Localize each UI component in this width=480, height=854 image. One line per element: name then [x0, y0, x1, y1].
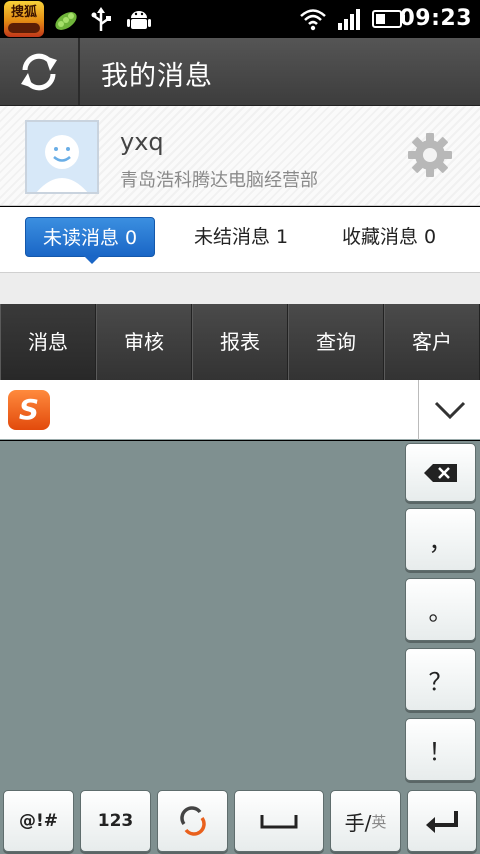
tab-unread-messages[interactable]: 未读消息 0	[25, 217, 155, 264]
android-debug-icon	[127, 11, 151, 29]
tab-count: 0	[124, 227, 138, 249]
soft-keyboard: ， 。 ？ ！ @!# 123 手/英	[0, 441, 480, 854]
tab-favorite-messages[interactable]: 收藏消息 0	[334, 217, 444, 257]
symbols-key[interactable]: @!#	[3, 790, 74, 852]
numbers-key[interactable]: 123	[80, 790, 151, 852]
sogou-switch-icon	[179, 806, 206, 836]
english-label: 英	[371, 812, 387, 831]
nav-review[interactable]: 审核	[96, 304, 192, 380]
backspace-key[interactable]	[405, 443, 476, 502]
username: yxq	[120, 128, 164, 156]
title-bar: 我的消息	[0, 38, 480, 106]
sogou-ime-logo-icon[interactable]: S	[8, 390, 50, 430]
nav-reports[interactable]: 报表	[192, 304, 288, 380]
message-filter-tabs: 未读消息 0 未结消息 1 收藏消息 0	[0, 207, 480, 273]
peas-notification-icon	[55, 12, 77, 30]
content-area	[0, 273, 480, 304]
space-icon	[260, 815, 298, 829]
usb-icon	[91, 7, 111, 31]
chevron-down-icon	[434, 401, 465, 420]
company-name: 青岛浩科腾达电脑经营部	[120, 170, 318, 191]
tab-count: 0	[423, 226, 437, 248]
comma-key[interactable]: ，	[405, 508, 476, 571]
enter-icon	[426, 811, 458, 833]
tab-label: 未读消息	[42, 227, 119, 249]
tab-label: 未结消息	[193, 226, 270, 248]
sohu-app-icon: 搜狐	[4, 1, 44, 37]
ime-candidate-bar: S	[0, 380, 480, 440]
refresh-icon	[21, 53, 57, 90]
wifi-icon	[300, 9, 326, 31]
exclamation-key[interactable]: ！	[405, 718, 476, 781]
question-key[interactable]: ？	[405, 648, 476, 711]
enter-key[interactable]	[407, 790, 477, 852]
ime-switch-key[interactable]	[157, 790, 228, 852]
tab-count: 1	[275, 226, 289, 248]
default-user-icon	[36, 135, 88, 192]
handwriting-label: 手/	[344, 810, 372, 835]
backspace-icon	[423, 463, 457, 482]
nav-messages[interactable]: 消息	[0, 304, 96, 380]
space-key[interactable]	[234, 790, 324, 852]
status-bar: 搜狐 09:23	[0, 0, 480, 38]
handwriting-english-key[interactable]: 手/英	[330, 790, 401, 852]
clock: 09:23	[399, 6, 472, 31]
tab-label: 收藏消息	[341, 226, 418, 248]
period-key[interactable]: 。	[405, 578, 476, 641]
nav-customers[interactable]: 客户	[384, 304, 480, 380]
keyboard-collapse-button[interactable]	[418, 380, 480, 440]
refresh-button[interactable]	[0, 38, 80, 105]
tab-unfinished-messages[interactable]: 未结消息 1	[186, 217, 296, 257]
page-title: 我的消息	[101, 61, 213, 92]
settings-gear-icon[interactable]	[406, 131, 454, 179]
signal-icon	[338, 9, 360, 30]
sohu-app-label: 搜狐	[10, 5, 37, 20]
avatar[interactable]	[25, 120, 99, 194]
nav-query[interactable]: 查询	[288, 304, 384, 380]
bottom-nav: 消息 审核 报表 查询 客户	[0, 304, 480, 380]
